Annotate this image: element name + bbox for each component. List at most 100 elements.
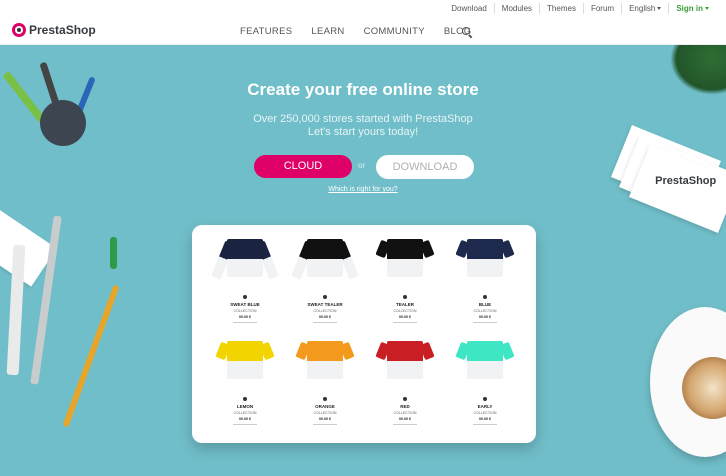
download-link[interactable]: Download <box>444 3 494 14</box>
hero-subtitle-line1: Over 250,000 stores started with PrestaS… <box>253 113 473 125</box>
product-collection: COLLECTION <box>393 411 417 415</box>
logo[interactable]: PrestaShop <box>12 23 96 37</box>
shirt-bottom <box>227 361 263 379</box>
color-dot <box>483 295 487 299</box>
hero-subtitle-line2: Let's start yours today! <box>307 126 419 138</box>
product-price: 00.00 € <box>399 417 411 421</box>
shirt-image <box>387 239 423 277</box>
shirt-top <box>227 341 263 361</box>
color-dot <box>243 397 247 401</box>
sign-in-link[interactable]: Sign in <box>668 3 716 14</box>
pen-decoration <box>62 284 120 428</box>
hero-subtitle: Over 250,000 stores started with PrestaS… <box>0 113 726 139</box>
shirt-bottom <box>227 259 263 277</box>
product-price: 00.00 € <box>399 315 411 319</box>
product-price: 00.00 € <box>239 417 251 421</box>
product-divider <box>313 322 337 323</box>
shirt-bottom <box>467 361 503 379</box>
puffin-logo-icon <box>12 23 26 37</box>
product-price: 00.00 € <box>239 315 251 319</box>
product-collection: COLLECTION <box>313 309 337 313</box>
color-dot <box>323 397 327 401</box>
product-collection: COLLECTION <box>473 411 497 415</box>
which-is-right-label: Which is right for you? <box>328 186 398 193</box>
color-dot <box>243 295 247 299</box>
shirt-image <box>467 239 503 277</box>
nav-menu: FEATURES LEARN COMMUNITY BLOG <box>240 26 490 37</box>
modules-link[interactable]: Modules <box>493 3 539 14</box>
product-grid: SWEAT BLUE COLLECTION 00.00 € SWEAT TEALER C… <box>206 235 524 433</box>
color-dot <box>323 295 327 299</box>
language-label: English <box>629 4 656 13</box>
shirt-top <box>227 239 263 259</box>
product-divider <box>233 424 257 425</box>
nav-item-learn[interactable]: LEARN <box>311 26 344 37</box>
shirt-top <box>387 239 423 259</box>
product-card[interactable]: TEALER COLLECTION 00.00 € <box>366 235 444 331</box>
product-divider <box>473 322 497 323</box>
product-card[interactable]: ORANGE COLLECTION 00.00 € <box>286 337 364 433</box>
product-card[interactable]: SWEAT TEALER COLLECTION 00.00 € <box>286 235 364 331</box>
shirt-top <box>387 341 423 361</box>
nav-item-features[interactable]: FEATURES <box>240 26 292 37</box>
product-name: EARLY <box>477 404 493 409</box>
shirt-top <box>307 239 343 259</box>
product-collection: COLLECTION <box>473 309 497 313</box>
product-name: ORANGE <box>315 404 335 409</box>
product-divider <box>393 424 417 425</box>
shirt-bottom <box>387 361 423 379</box>
caret-down-icon <box>705 7 709 10</box>
search-icon[interactable] <box>462 27 470 35</box>
product-name: SWEAT BLUE <box>230 302 260 307</box>
product-name: RED <box>400 404 410 409</box>
which-is-right-link[interactable]: Which is right for you? <box>0 186 726 193</box>
product-name: BLUE <box>478 302 492 307</box>
shirt-image <box>387 341 423 379</box>
or-separator: or <box>358 161 366 170</box>
product-card[interactable]: RED COLLECTION 00.00 € <box>366 337 444 433</box>
themes-link[interactable]: Themes <box>539 3 583 14</box>
product-name: LEMON <box>236 404 254 409</box>
product-card[interactable]: SWEAT BLUE COLLECTION 00.00 € <box>206 235 284 331</box>
main-nav: PrestaShop FEATURES LEARN COMMUNITY BLOG <box>0 17 726 45</box>
product-collection: COLLECTION <box>233 309 257 313</box>
shirt-bottom <box>307 259 343 277</box>
product-divider <box>393 322 417 323</box>
color-dot <box>483 397 487 401</box>
coffee-cup-decoration <box>650 307 726 457</box>
product-divider <box>233 322 257 323</box>
product-card[interactable]: LEMON COLLECTION 00.00 € <box>206 337 284 433</box>
shirt-bottom <box>467 259 503 277</box>
product-card[interactable]: BLUE COLLECTION 00.00 € <box>446 235 524 331</box>
pen-decoration <box>110 237 117 269</box>
product-price: 00.00 € <box>319 417 331 421</box>
shirt-top <box>307 341 343 361</box>
product-price: 00.00 € <box>319 315 331 319</box>
product-divider <box>473 424 497 425</box>
product-collection: COLLECTION <box>313 411 337 415</box>
shirt-image <box>227 341 263 379</box>
nav-item-community[interactable]: COMMUNITY <box>364 26 425 37</box>
download-button[interactable]: DOWNLOAD <box>376 155 474 179</box>
product-divider <box>313 424 337 425</box>
forum-link[interactable]: Forum <box>582 3 621 14</box>
product-card[interactable]: EARLY COLLECTION 00.00 € <box>446 337 524 433</box>
coffee-decoration <box>682 357 726 419</box>
shirt-image <box>227 239 263 277</box>
sign-in-label: Sign in <box>676 4 703 13</box>
shirt-bottom <box>387 259 423 277</box>
hero-title: Create your free online store <box>247 80 479 99</box>
product-name: SWEAT TEALER <box>307 302 343 307</box>
business-cards-decoration: PrestaShop <box>611 125 726 233</box>
shirt-image <box>467 341 503 379</box>
product-price: 00.00 € <box>479 417 491 421</box>
language-selector[interactable]: English <box>621 3 668 14</box>
cloud-button[interactable]: CLOUD <box>254 155 352 178</box>
shirt-image <box>307 239 343 277</box>
shirt-top <box>467 341 503 361</box>
product-collection: COLLECTION <box>393 309 417 313</box>
product-price: 00.00 € <box>479 315 491 319</box>
color-dot <box>403 295 407 299</box>
logo-text: PrestaShop <box>29 23 96 37</box>
shirt-bottom <box>307 361 343 379</box>
